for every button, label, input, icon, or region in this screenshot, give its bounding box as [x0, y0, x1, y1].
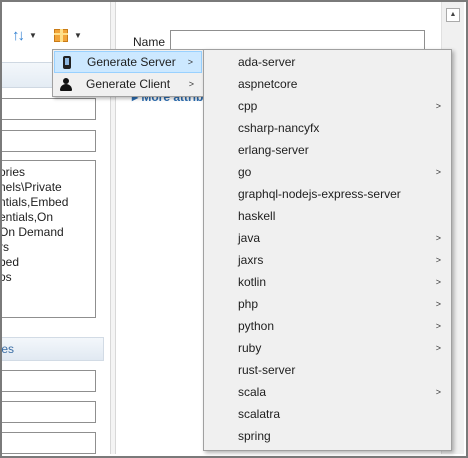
submenu-item-label: go	[238, 165, 252, 179]
submenu-item-label: kotlin	[238, 275, 267, 289]
chevron-right-icon: >	[435, 167, 441, 177]
left-list-box[interactable]: oriesnels\Privatentials,Embedentials,OnO…	[2, 160, 96, 318]
chevron-right-icon: >	[188, 79, 194, 89]
menu-item-label: Generate Server	[87, 55, 176, 69]
list-item[interactable]: On Demand	[2, 225, 95, 240]
name-label: Name	[133, 35, 166, 49]
list-item[interactable]: ories	[2, 165, 95, 180]
submenu-item-label: haskell	[238, 209, 276, 223]
left-field-2[interactable]	[2, 130, 96, 152]
submenu-item-rust-server[interactable]: rust-server	[205, 359, 450, 381]
left-field-5[interactable]	[2, 432, 96, 454]
chevron-right-icon: >	[435, 387, 441, 397]
submenu-item-aspnetcore[interactable]: aspnetcore	[205, 73, 450, 95]
phone-icon	[57, 55, 77, 69]
left-field-1[interactable]	[2, 98, 96, 120]
list-item[interactable]: nels\Private	[2, 180, 95, 195]
scroll-up-button[interactable]: ▲	[446, 8, 460, 22]
left-section-label: ories	[2, 342, 15, 356]
submenu-item-label: aspnetcore	[238, 77, 298, 91]
list-item[interactable]: entials,On	[2, 210, 95, 225]
menu-item-generate-client[interactable]: Generate Client >	[54, 73, 202, 95]
menu-item-label: Generate Client	[86, 77, 171, 91]
generate-context-menu: Generate Server > Generate Client >	[52, 49, 204, 97]
left-section-bar[interactable]: ories	[2, 337, 104, 361]
submenu-item-label: jaxrs	[238, 253, 264, 267]
submenu-item-scala[interactable]: scala >	[205, 381, 450, 403]
submenu-item-haskell[interactable]: haskell	[205, 205, 450, 227]
submenu-item-graphql-nodejs-express-server[interactable]: graphql-nodejs-express-server	[205, 183, 450, 205]
submenu-item-java[interactable]: java >	[205, 227, 450, 249]
server-generator-submenu: ada-server aspnetcore cpp > csharp-nancyfx er…	[203, 49, 452, 451]
chevron-right-icon: >	[435, 101, 441, 111]
submenu-item-python[interactable]: python >	[205, 315, 450, 337]
chevron-right-icon: >	[435, 255, 441, 265]
submenu-item-php[interactable]: php >	[205, 293, 450, 315]
sort-icon: ↑↓	[12, 26, 25, 44]
submenu-item-ruby[interactable]: ruby >	[205, 337, 450, 359]
submenu-item-jaxrs[interactable]: jaxrs >	[205, 249, 450, 271]
chevron-down-icon: ▼	[74, 30, 82, 40]
list-item[interactable]: bed	[2, 255, 95, 270]
left-list-items: oriesnels\Privatentials,Embedentials,OnO…	[2, 161, 95, 285]
submenu-item-label: rust-server	[238, 363, 296, 377]
submenu-item-cpp[interactable]: cpp >	[205, 95, 450, 117]
submenu-item-label: java	[238, 231, 261, 245]
chevron-right-icon: >	[435, 343, 441, 353]
chevron-right-icon: >	[435, 321, 441, 331]
submenu-item-label: php	[238, 297, 259, 311]
generate-dropdown-button[interactable]: ▼	[54, 24, 82, 46]
submenu-item-scalatra[interactable]: scalatra	[205, 403, 450, 425]
submenu-item-go[interactable]: go >	[205, 161, 450, 183]
submenu-item-kotlin[interactable]: kotlin >	[205, 271, 450, 293]
submenu-item-spring[interactable]: spring	[205, 425, 450, 447]
submenu-item-label: csharp-nancyfx	[238, 121, 320, 135]
chevron-right-icon: >	[187, 57, 193, 67]
person-icon	[56, 77, 76, 91]
submenu-item-label: erlang-server	[238, 143, 309, 157]
chevron-right-icon: >	[435, 233, 441, 243]
submenu-item-label: python	[238, 319, 275, 333]
submenu-item-label: cpp	[238, 99, 258, 113]
submenu-item-label: ada-server	[238, 55, 296, 69]
sort-dropdown-button[interactable]: ↑↓ ▼	[12, 24, 37, 46]
chevron-down-icon: ▼	[29, 30, 37, 40]
chevron-right-icon: >	[435, 277, 441, 287]
left-field-4[interactable]	[2, 401, 96, 423]
submenu-item-label: spring	[238, 429, 271, 443]
left-field-3[interactable]	[2, 370, 96, 392]
name-input[interactable]	[170, 30, 425, 50]
submenu-item-label: scala	[238, 385, 267, 399]
submenu-item-ada-server[interactable]: ada-server	[205, 51, 450, 73]
chevron-right-icon: >	[435, 299, 441, 309]
submenu-item-label: scalatra	[238, 407, 281, 421]
submenu-item-erlang-server[interactable]: erlang-server	[205, 139, 450, 161]
list-item[interactable]: ntials,Embed	[2, 195, 95, 210]
list-item[interactable]: rs	[2, 240, 95, 255]
submenu-item-label: graphql-nodejs-express-server	[238, 187, 401, 201]
menu-item-generate-server[interactable]: Generate Server >	[54, 51, 202, 73]
submenu-item-csharp-nancyfx[interactable]: csharp-nancyfx	[205, 117, 450, 139]
list-item[interactable]: os	[2, 270, 95, 285]
gift-icon	[54, 28, 68, 42]
submenu-item-label: ruby	[238, 341, 262, 355]
